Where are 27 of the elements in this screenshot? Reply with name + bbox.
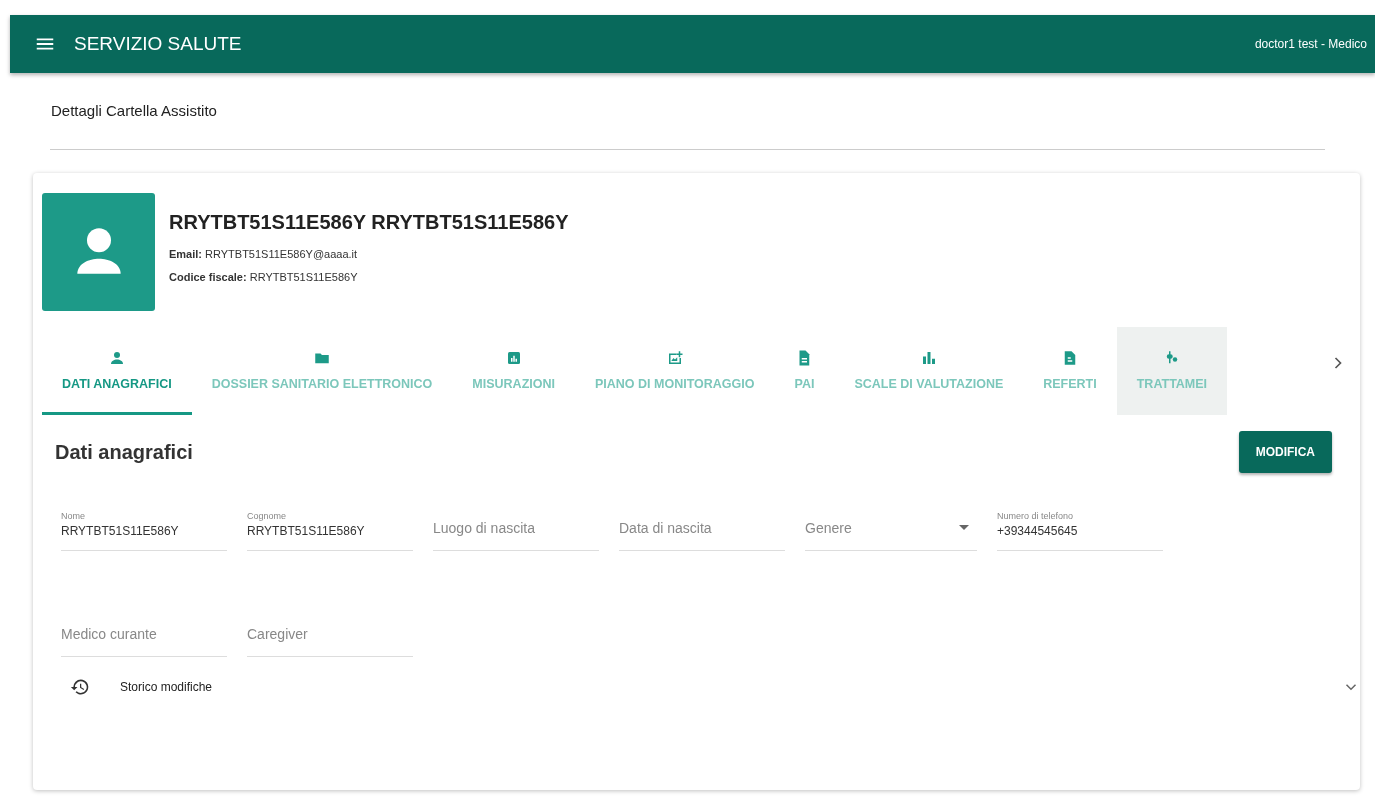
tab[interactable]: REFERTI bbox=[1023, 327, 1117, 415]
tab[interactable]: SCALE DI VALUTAZIONE bbox=[834, 327, 1024, 415]
tab[interactable]: PAI bbox=[774, 327, 835, 415]
input-field[interactable]: Luogo di nascita bbox=[433, 501, 599, 551]
tab[interactable]: PIANO DI MONITORAGGIO bbox=[575, 327, 775, 415]
patient-email: Email: RRYTBT51S11E586Y@aaaa.it bbox=[169, 248, 359, 260]
edit-button[interactable]: MODIFICA bbox=[1238, 431, 1332, 473]
caret-icon bbox=[959, 525, 969, 530]
app-title: SERVIZIO SALUTE bbox=[74, 33, 242, 55]
tab[interactable]: MISURAZIONI bbox=[452, 327, 575, 415]
input-field[interactable]: Nome RRYTBT51S11E586Y bbox=[61, 501, 227, 551]
section-title: Dati anagrafici bbox=[55, 440, 193, 464]
avatar-icon bbox=[42, 193, 155, 311]
input-field[interactable]: Caregiver bbox=[247, 607, 413, 657]
tab[interactable]: DATI ANAGRAFICI bbox=[42, 327, 192, 415]
tab[interactable]: DOSSIER SANITARIO ELETTRONICO bbox=[191, 327, 453, 415]
input-field[interactable]: Medico curante bbox=[61, 607, 227, 657]
user-name[interactable]: doctor1 test - Medico bbox=[1254, 37, 1367, 51]
history-icon bbox=[70, 677, 90, 697]
page-title: Dettagli Cartella Assistito bbox=[50, 101, 218, 121]
input-field[interactable]: Data di nascita bbox=[619, 501, 785, 551]
patient-fiscal-code: Codice fiscale: RRYTBT51S11E586Y bbox=[169, 271, 359, 283]
input-field[interactable]: Numero di telefono +39344545645 bbox=[997, 501, 1163, 551]
select-field[interactable]: Genere bbox=[805, 501, 977, 551]
patient-name: RRYTBT51S11E586Y RRYTBT51S11E586Y bbox=[169, 211, 569, 234]
history-panel[interactable]: Storico modifiche bbox=[70, 671, 1360, 703]
input-field[interactable]: Cognome RRYTBT51S11E586Y bbox=[247, 501, 413, 551]
